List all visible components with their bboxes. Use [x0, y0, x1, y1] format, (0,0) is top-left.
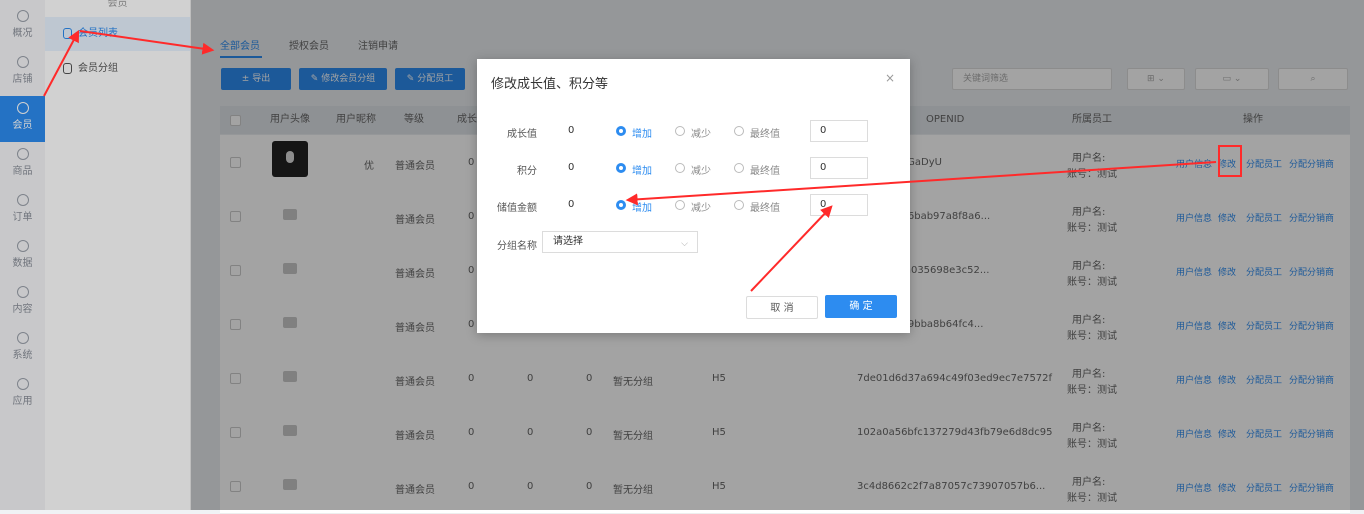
arrow-to-member-nav	[43, 29, 80, 97]
annotation-arrows	[43, 29, 1217, 292]
arrow-to-balance-input	[750, 205, 833, 292]
arrow-to-all-members-tab	[79, 30, 215, 55]
arrow-from-edit-to-balance	[625, 161, 1217, 206]
